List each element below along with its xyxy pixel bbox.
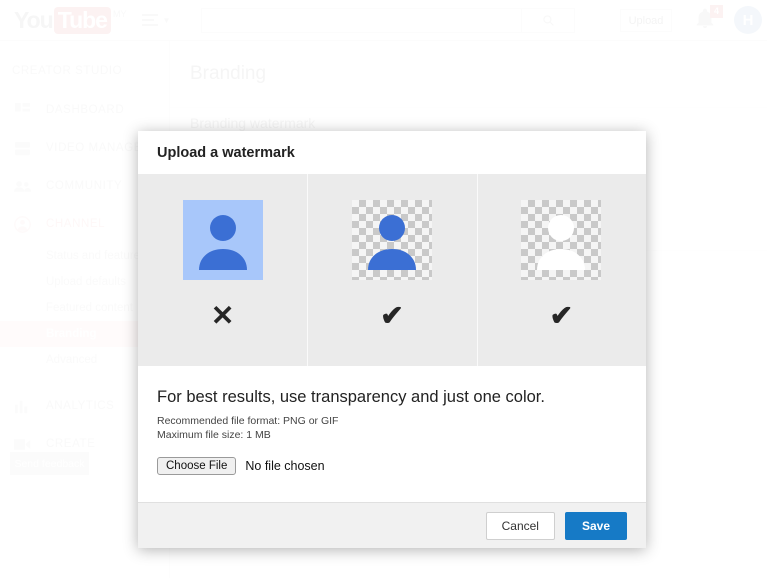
file-input-row: Choose File No file chosen <box>157 457 646 476</box>
example-mark-check: ✔ <box>380 300 404 331</box>
best-results-text: For best results, use transparency and j… <box>157 388 545 406</box>
cancel-button[interactable]: Cancel <box>485 511 555 540</box>
dialog-title: Upload a watermark <box>157 144 295 161</box>
screen: You Tube MY ▼ Upload 4 <box>0 0 767 578</box>
upload-watermark-dialog: Upload a watermark ✕ ✔ ✔ For best result… <box>138 131 646 548</box>
person-icon <box>367 215 416 270</box>
person-icon <box>198 215 247 270</box>
example-thumbnail <box>351 200 432 280</box>
save-button[interactable]: Save <box>564 511 627 540</box>
example-solid-background: ✕ <box>138 174 307 366</box>
dialog-header: Upload a watermark <box>138 131 646 174</box>
person-icon <box>537 215 586 270</box>
recommended-format-text: Recommended file format: PNG or GIF <box>157 415 339 427</box>
dialog-body: For best results, use transparency and j… <box>138 366 646 509</box>
examples-panel: ✕ ✔ ✔ <box>138 174 646 366</box>
max-file-size-text: Maximum file size: 1 MB <box>157 429 271 442</box>
example-transparent-white: ✔ <box>476 174 646 366</box>
choose-file-button[interactable]: Choose File <box>157 457 237 476</box>
example-mark-check: ✔ <box>549 300 574 331</box>
example-transparent-color: ✔ <box>307 174 476 366</box>
example-thumbnail <box>521 200 602 280</box>
example-mark-cross: ✕ <box>210 300 235 331</box>
example-thumbnail <box>182 200 263 280</box>
file-name-label: No file chosen <box>245 459 325 474</box>
dialog-footer: Cancel Save <box>138 502 646 548</box>
